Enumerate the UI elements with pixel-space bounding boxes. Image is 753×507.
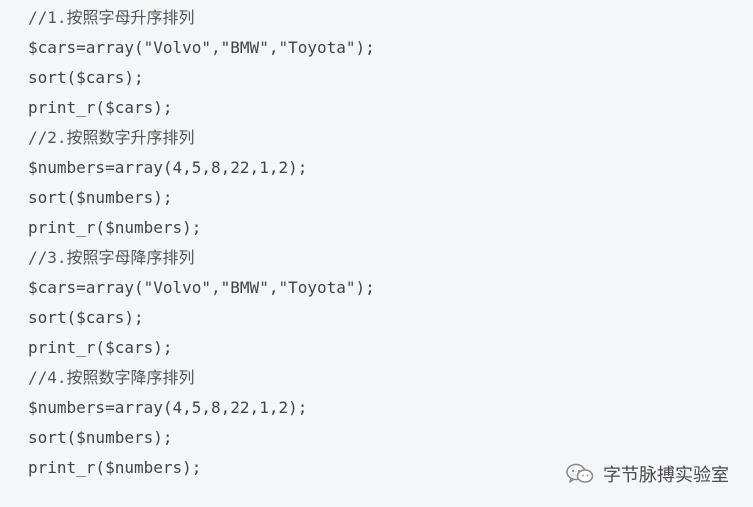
code-block: //1.按照字母升序排列 $cars=array("Volvo","BMW","… <box>0 0 753 507</box>
code-line: print_r($numbers); <box>28 218 202 237</box>
code-line: sort($cars); <box>28 308 144 327</box>
code-line: print_r($cars); <box>28 338 173 357</box>
code-comment-line: //1.按照字母升序排列 <box>28 8 195 27</box>
code-line: sort($numbers); <box>28 188 173 207</box>
code-line: $numbers=array(4,5,8,22,1,2); <box>28 158 308 177</box>
code-line: print_r($cars); <box>28 98 173 117</box>
code-comment-line: //2.按照数字升序排列 <box>28 128 195 147</box>
code-line: sort($cars); <box>28 68 144 87</box>
code-line: sort($numbers); <box>28 428 173 447</box>
code-line: $cars=array("Volvo","BMW","Toyota"); <box>28 278 375 297</box>
code-comment-line: //4.按照数字降序排列 <box>28 368 195 387</box>
code-line: $numbers=array(4,5,8,22,1,2); <box>28 398 308 417</box>
watermark-text: 字节脉搏实验室 <box>603 465 729 486</box>
code-line: $cars=array("Volvo","BMW","Toyota"); <box>28 38 375 57</box>
wechat-icon <box>565 462 595 486</box>
code-comment-line: //3.按照字母降序排列 <box>28 248 195 267</box>
watermark: 字节脉搏实验室 <box>565 461 729 487</box>
